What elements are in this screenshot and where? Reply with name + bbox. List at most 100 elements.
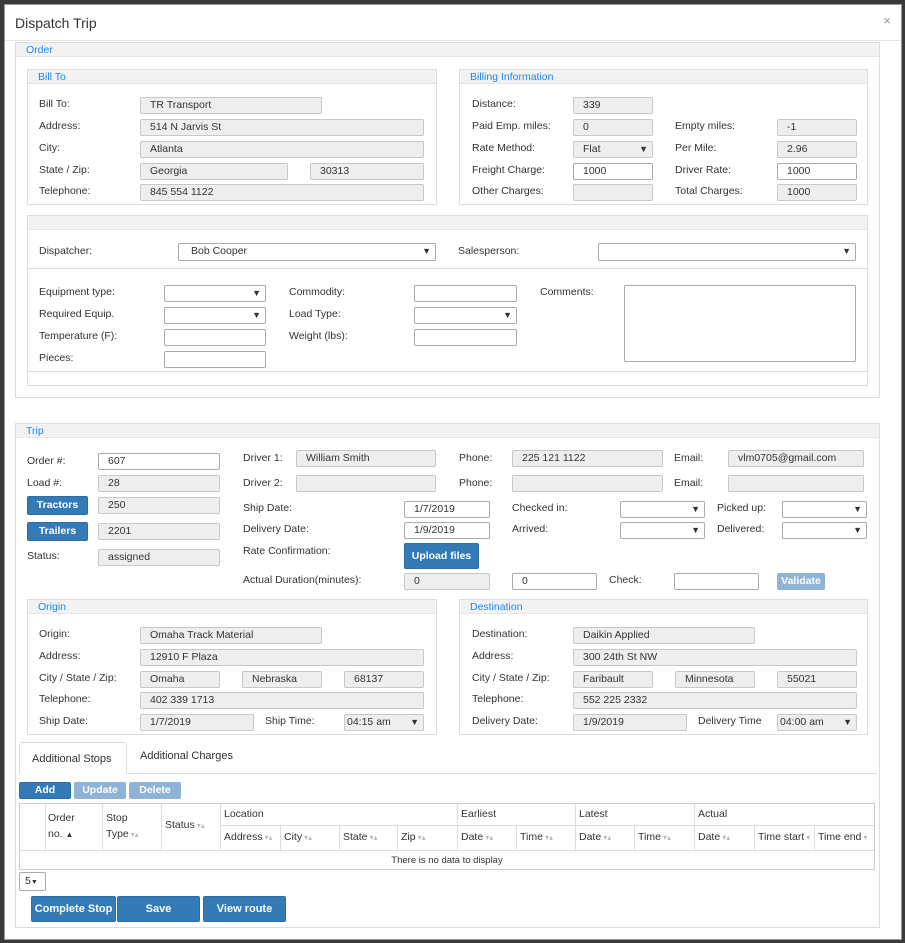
col-zip[interactable]: Zip ▾▴: [401, 831, 426, 843]
state-zip-label: State / Zip:: [39, 164, 90, 176]
order-no-input[interactable]: 607: [98, 453, 220, 470]
close-icon[interactable]: ×: [883, 13, 891, 28]
chevron-down-icon: ▼: [410, 717, 419, 727]
divider: [45, 804, 46, 850]
temperature-input[interactable]: [164, 329, 266, 346]
equipment-type-select[interactable]: ▼: [164, 285, 266, 302]
per-mile-field: 2.96: [777, 141, 857, 158]
divider: [575, 804, 576, 850]
origin-ship-time-select[interactable]: 04:15 am ▼: [344, 714, 424, 731]
save-button[interactable]: Save: [117, 896, 200, 922]
driver-rate-input[interactable]: 1000: [777, 163, 857, 180]
chevron-down-icon: ▼: [691, 504, 700, 514]
col-city[interactable]: City ▾▴: [284, 831, 312, 843]
chevron-down-icon: ▼: [842, 246, 851, 256]
complete-stop-button[interactable]: Complete Stop: [31, 896, 116, 922]
rate-method-label: Rate Method:: [472, 142, 536, 154]
delivery-date-input[interactable]: 1/9/2019: [404, 522, 490, 539]
origin-ship-date-label: Ship Date:: [39, 715, 89, 727]
dispatcher-select[interactable]: Bob Cooper ▼: [178, 243, 436, 261]
modal-title: Dispatch Trip: [15, 15, 97, 31]
col-actual-time-start[interactable]: Time start ▾: [758, 831, 810, 843]
col-latest-date[interactable]: Date ▾▴: [579, 831, 611, 843]
destination-city-field: Faribault: [573, 671, 653, 688]
telephone-label: Telephone:: [39, 185, 91, 197]
comments-label: Comments:: [540, 286, 594, 298]
checked-in-label: Checked in:: [512, 502, 568, 514]
divider: [102, 804, 103, 850]
col-earliest-date[interactable]: Date ▾▴: [461, 831, 493, 843]
col-stop-type[interactable]: Stop Type ▾▴: [106, 810, 139, 843]
per-mile-label: Per Mile:: [675, 142, 717, 154]
col-actual-date-label: Date: [698, 831, 721, 843]
comments-textarea[interactable]: [624, 285, 856, 362]
weight-input[interactable]: [414, 329, 517, 346]
commodity-input[interactable]: [414, 285, 517, 302]
load-type-select[interactable]: ▼: [414, 307, 517, 324]
title-divider: [5, 40, 901, 41]
load-type-label: Load Type:: [289, 308, 341, 320]
arrived-select[interactable]: ▼: [620, 522, 705, 539]
chevron-down-icon: ▼: [422, 246, 431, 256]
pieces-input[interactable]: [164, 351, 266, 368]
salesperson-select[interactable]: ▼: [598, 243, 856, 261]
picked-up-select[interactable]: ▼: [782, 501, 867, 518]
sort-icon: ▾▴: [130, 830, 139, 839]
sort-icon: ▾▴: [196, 821, 205, 830]
destination-delivery-time-select[interactable]: 04:00 am ▼: [777, 714, 857, 731]
col-order-no[interactable]: Order no. ▲: [48, 810, 75, 843]
tractors-button[interactable]: Tractors: [27, 496, 88, 515]
empty-miles-field: -1: [777, 119, 857, 136]
duration-input[interactable]: 0: [512, 573, 597, 590]
group-earliest: Earliest: [461, 808, 497, 820]
other-charges-label: Other Charges:: [472, 185, 544, 197]
destination-address-label: Address:: [472, 650, 514, 662]
view-route-button[interactable]: View route: [203, 896, 286, 922]
rate-confirmation-label: Rate Confirmation:: [243, 545, 331, 557]
check-input[interactable]: [674, 573, 759, 590]
divider: [220, 804, 221, 850]
col-earliest-time[interactable]: Time ▾▴: [520, 831, 553, 843]
col-actual-date[interactable]: Date ▾▴: [698, 831, 730, 843]
page-size-select[interactable]: 5▼: [19, 872, 46, 891]
checked-in-select[interactable]: ▼: [620, 501, 705, 518]
dispatch-trip-modal: Dispatch Trip × Order Bill To Bill To: T…: [4, 4, 902, 940]
col-address[interactable]: Address ▾▴: [224, 831, 273, 843]
origin-telephone-label: Telephone:: [39, 693, 91, 705]
col-latest-time-label: Time: [638, 831, 661, 843]
destination-zip-field: 55021: [777, 671, 857, 688]
empty-miles-label: Empty miles:: [675, 120, 736, 132]
trailers-button[interactable]: Trailers: [27, 522, 88, 541]
col-latest-time[interactable]: Time ▾▴: [638, 831, 671, 843]
destination-csz-label: City / State / Zip:: [472, 672, 550, 684]
required-equip-select[interactable]: ▼: [164, 307, 266, 324]
add-button[interactable]: Add: [19, 782, 71, 799]
stops-grid: Order no. ▲ Stop Type ▾▴ Status ▾▴ Locatio…: [19, 803, 875, 870]
ship-date-label: Ship Date:: [243, 502, 293, 514]
email1-field: vlm0705@gmail.com: [728, 450, 864, 467]
destination-address-field: 300 24th St NW: [573, 649, 857, 666]
tabs-divider: [19, 773, 877, 774]
validate-button[interactable]: Validate: [777, 573, 825, 590]
picked-up-label: Picked up:: [717, 502, 767, 514]
load-no-label: Load #:: [27, 477, 63, 489]
pieces-label: Pieces:: [39, 352, 74, 364]
divider: [397, 825, 398, 850]
address-field: 514 N Jarvis St: [140, 119, 424, 136]
update-button[interactable]: Update: [74, 782, 126, 799]
delivered-select[interactable]: ▼: [782, 522, 867, 539]
divider: [20, 850, 874, 851]
phone2-field: [512, 475, 663, 492]
rate-method-select[interactable]: Flat ▼: [573, 141, 653, 158]
tab-additional-stops[interactable]: Additional Stops: [19, 742, 127, 774]
upload-files-button[interactable]: Upload files: [404, 543, 479, 569]
col-status[interactable]: Status ▾▴: [165, 819, 205, 831]
freight-charge-input[interactable]: 1000: [573, 163, 653, 180]
col-actual-time-end-label: Time end: [818, 831, 862, 843]
divider: [694, 804, 695, 850]
col-state[interactable]: State ▾▴: [343, 831, 378, 843]
ship-date-input[interactable]: 1/7/2019: [404, 501, 490, 518]
tab-additional-charges[interactable]: Additional Charges: [140, 750, 233, 762]
delete-button[interactable]: Delete: [129, 782, 181, 799]
col-actual-time-end[interactable]: Time end ▾: [818, 831, 867, 843]
